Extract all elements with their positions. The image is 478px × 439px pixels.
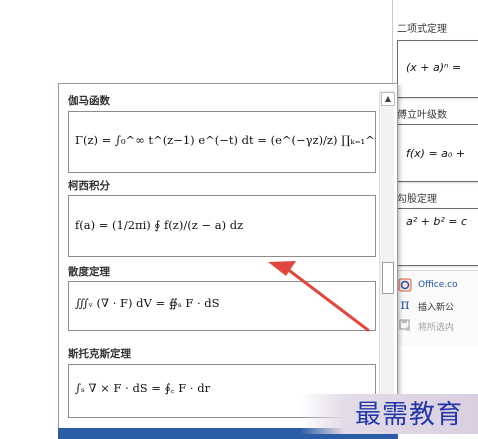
watermark-logo: 最需教育 bbox=[300, 388, 478, 439]
watermark-text: 最需教育 bbox=[355, 400, 464, 430]
annotation-arrow-icon bbox=[268, 261, 370, 332]
